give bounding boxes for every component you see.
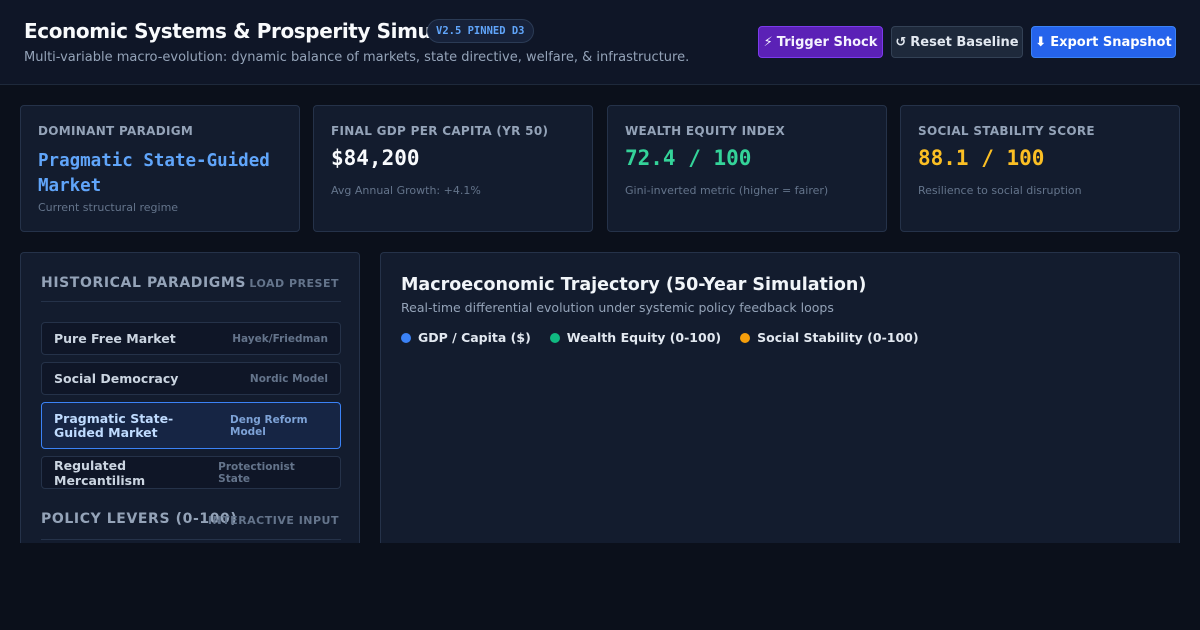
- kpi-card-gdp: FINAL GDP PER CAPITA (YR 50) $84,200 Avg…: [313, 105, 593, 232]
- lightning-icon: ⚡: [763, 34, 773, 50]
- trajectory-chart-panel: Macroeconomic Trajectory (50-Year Simula…: [380, 252, 1180, 543]
- preset-name: Regulated Mercantilism: [54, 457, 146, 488]
- legend-item-wealth-equity[interactable]: Wealth Equity (0-100): [549, 330, 722, 345]
- preset-tag: Deng Reform Model: [230, 413, 308, 438]
- legend-label: GDP / Capita ($): [418, 330, 531, 345]
- kpi-value: 72.4 / 100: [625, 146, 752, 170]
- interactive-input-label: INTERACTIVE INPUT: [207, 514, 339, 527]
- preset-name: Pragmatic State-Guided Market: [54, 410, 174, 440]
- preset-pragmatic-state-guided-market[interactable]: Pragmatic State-Guided Market Deng Refor…: [41, 402, 341, 449]
- kpi-sub: Resilience to social disruption: [918, 184, 1082, 197]
- kpi-card-paradigm: DOMINANT PARADIGM Pragmatic State-Guided…: [20, 105, 300, 232]
- kpi-value: $84,200: [331, 146, 420, 170]
- reset-baseline-label: Reset Baseline: [910, 34, 1019, 50]
- kpi-label: SOCIAL STABILITY SCORE: [918, 124, 1095, 138]
- preset-tag: Protectionist State: [218, 460, 295, 485]
- preset-tag: Hayek/Friedman: [232, 332, 328, 345]
- legend-label: Wealth Equity (0-100): [566, 330, 722, 345]
- legend-dot-icon: [740, 332, 751, 343]
- kpi-label: FINAL GDP PER CAPITA (YR 50): [331, 124, 549, 138]
- legend-dot-icon: [549, 332, 560, 343]
- legend-item-social-stability[interactable]: Social Stability (0-100): [740, 330, 919, 345]
- preset-regulated-mercantilism[interactable]: Regulated Mercantilism Protectionist Sta…: [41, 456, 341, 489]
- kpi-value: 88.1 / 100: [918, 146, 1045, 170]
- kpi-card-social-stability: SOCIAL STABILITY SCORE 88.1 / 100 Resili…: [900, 105, 1180, 232]
- kpi-sub: Gini-inverted metric (higher = fairer): [625, 184, 829, 197]
- legend-label: Social Stability (0-100): [757, 330, 919, 345]
- app-header: Economic Systems & Prosperity Simulator …: [0, 0, 1200, 85]
- app-subtitle: Multi-variable macro-evolution: dynamic …: [24, 50, 690, 65]
- divider: [41, 539, 341, 540]
- preset-name: Pure Free Market: [54, 331, 176, 346]
- trigger-shock-label: Trigger Shock: [776, 34, 878, 50]
- kpi-sub: Avg Annual Growth: +4.1%: [331, 184, 481, 197]
- preset-social-democracy[interactable]: Social Democracy Nordic Model: [41, 362, 341, 395]
- export-snapshot-label: Export Snapshot: [1050, 34, 1172, 50]
- load-preset-link[interactable]: LOAD PRESET: [249, 277, 339, 290]
- kpi-label: WEALTH EQUITY INDEX: [625, 124, 786, 138]
- kpi-value: Pragmatic State-Guided Market: [38, 151, 270, 196]
- trigger-shock-button[interactable]: ⚡ Trigger Shock: [758, 26, 883, 58]
- preset-pure-free-market[interactable]: Pure Free Market Hayek/Friedman: [41, 322, 341, 355]
- version-badge: V2.5 PINNED D3: [427, 19, 534, 43]
- export-snapshot-button[interactable]: ⬇ Export Snapshot: [1031, 26, 1176, 58]
- kpi-card-wealth-equity: WEALTH EQUITY INDEX 72.4 / 100 Gini-inve…: [607, 105, 887, 232]
- app-title: Economic Systems & Prosperity Simulator: [24, 19, 483, 43]
- kpi-sub: Current structural regime: [38, 201, 179, 214]
- chart-subtitle: Real-time differential evolution under s…: [401, 300, 834, 315]
- chart-title: Macroeconomic Trajectory (50-Year Simula…: [401, 275, 867, 295]
- preset-name: Social Democracy: [54, 371, 179, 386]
- section-title-paradigms: HISTORICAL PARADIGMS: [41, 275, 247, 291]
- preset-tag: Nordic Model: [249, 372, 328, 385]
- kpi-label: DOMINANT PARADIGM: [38, 124, 194, 138]
- divider: [41, 301, 341, 302]
- chart-legend: GDP / Capita ($) Wealth Equity (0-100) S…: [401, 330, 919, 345]
- reset-baseline-button[interactable]: ↺ Reset Baseline: [891, 26, 1023, 58]
- legend-item-gdp[interactable]: GDP / Capita ($): [401, 330, 531, 345]
- legend-dot-icon: [401, 332, 411, 343]
- paradigm-sidebar: HISTORICAL PARADIGMS LOAD PRESET Pure Fr…: [20, 252, 360, 543]
- reset-icon: ↺: [895, 34, 907, 50]
- download-icon: ⬇: [1035, 34, 1047, 50]
